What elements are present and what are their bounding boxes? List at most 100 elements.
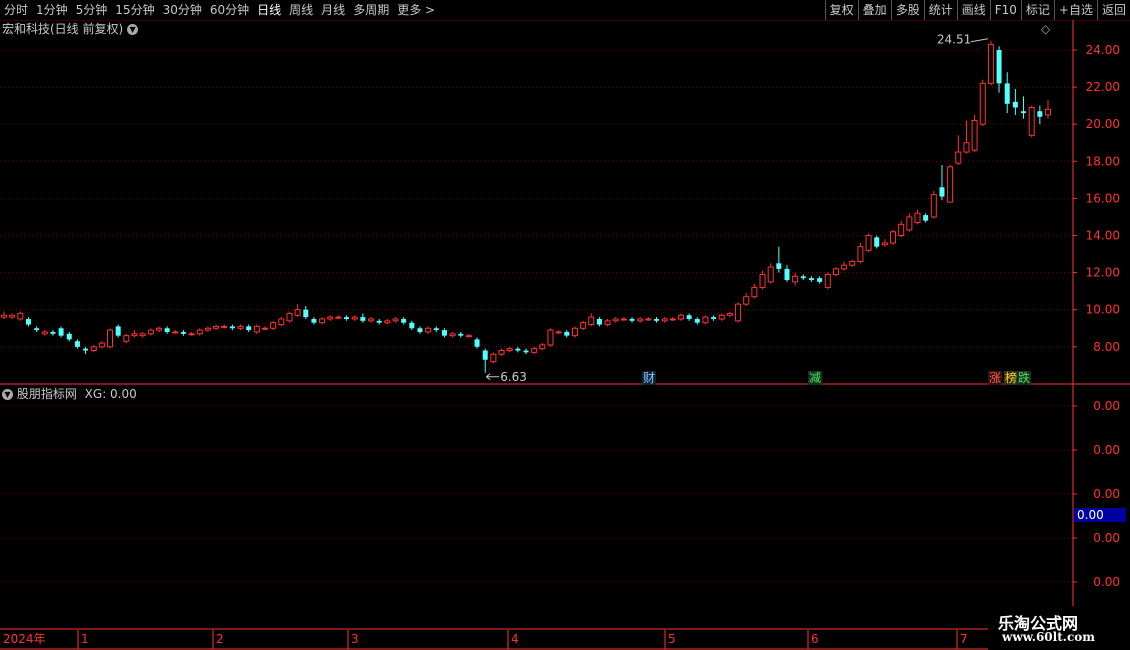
candle: [278, 317, 285, 327]
candle-body: [1, 314, 7, 318]
candle-body: [523, 350, 529, 353]
candle-body: [384, 320, 391, 324]
chevron-down-icon[interactable]: ▼: [127, 24, 139, 35]
candle-body: [564, 331, 570, 336]
candle-body: [914, 212, 921, 224]
badge-fall[interactable]: 跌: [1017, 371, 1032, 385]
candle-body: [278, 318, 285, 326]
y-tick-label: 24.00: [1086, 43, 1120, 57]
price-grid: [0, 49, 1073, 348]
candle: [939, 165, 945, 201]
high-price-label: 24.51: [937, 33, 971, 47]
y-tick-label: 12.00: [1086, 266, 1120, 280]
y-tick-label: 8.00: [1093, 340, 1120, 354]
candle: [776, 246, 782, 273]
candle: [1021, 96, 1027, 119]
candle-body: [767, 266, 774, 283]
candle: [784, 265, 790, 282]
candle-body: [735, 303, 742, 322]
candle-body: [41, 331, 48, 335]
candle-body: [515, 348, 521, 351]
candle: [123, 333, 130, 344]
candle-body: [776, 263, 782, 269]
candle: [857, 242, 864, 264]
candle-body: [629, 318, 635, 321]
candle: [66, 331, 72, 342]
candle-body: [204, 327, 211, 331]
candle: [669, 317, 676, 321]
candle: [759, 270, 766, 290]
candle: [604, 318, 611, 327]
candle: [83, 346, 89, 355]
candle-body: [58, 328, 64, 336]
candle: [34, 326, 40, 332]
candle-body: [996, 50, 1002, 84]
candle: [767, 263, 774, 284]
candle: [686, 313, 692, 321]
low-arrow: [485, 373, 500, 381]
month-label: 6: [811, 632, 819, 646]
candle-body: [449, 333, 456, 337]
candle-body: [417, 328, 423, 332]
candle: [482, 348, 488, 373]
candle-body: [808, 278, 814, 281]
candle: [547, 328, 554, 347]
candle: [849, 259, 856, 268]
candle-body: [401, 318, 407, 323]
candle-body: [139, 333, 146, 337]
y-tick-label: 16.00: [1086, 191, 1120, 205]
month-label: 3: [351, 632, 359, 646]
candle-body: [196, 329, 203, 335]
candle: [294, 304, 301, 318]
candle-body: [9, 314, 16, 318]
candle: [661, 317, 668, 323]
candle-body: [906, 216, 913, 231]
candle: [580, 320, 587, 331]
candle-body: [319, 318, 326, 324]
badge-reduce[interactable]: 减: [808, 371, 823, 385]
indicator-title: ▼ 股朋指标网 XG: 0.00: [2, 387, 137, 401]
candle-body: [898, 223, 905, 236]
candle-body: [645, 318, 652, 321]
badge-finance[interactable]: 财: [642, 371, 657, 385]
candle-body: [743, 296, 750, 305]
candle: [914, 209, 921, 225]
candle: [620, 317, 627, 321]
candle-body: [335, 316, 342, 319]
candle-body: [25, 318, 31, 325]
candle: [449, 331, 456, 338]
candle-body: [555, 331, 562, 334]
badge-list[interactable]: 榜: [1004, 371, 1019, 385]
chart-title: 宏和科技(日线 前复权) ▼: [2, 22, 139, 36]
kline-chart[interactable]: 24.0022.0020.0018.0016.0014.0012.0010.00…: [0, 0, 1130, 650]
candle: [221, 324, 228, 329]
candle-body: [604, 320, 611, 326]
badge-rise[interactable]: 涨: [988, 371, 1003, 385]
candle-body: [123, 335, 130, 342]
candle-body: [327, 316, 334, 320]
candle-body: [890, 231, 897, 244]
candle-body: [368, 318, 375, 322]
candle-body: [963, 142, 970, 153]
candle: [139, 331, 146, 338]
candle-body: [711, 317, 717, 319]
candle-body: [979, 82, 986, 125]
diamond-icon[interactable]: ◇: [1041, 22, 1050, 36]
candle: [947, 165, 954, 203]
candlestick-series[interactable]: [1, 40, 1051, 373]
candle-body: [874, 237, 880, 247]
chevron-down-icon[interactable]: ▼: [2, 389, 13, 400]
candle: [539, 343, 546, 351]
candle: [213, 324, 220, 331]
candle: [824, 272, 831, 290]
candle: [188, 331, 195, 336]
candle: [498, 348, 505, 357]
candle: [441, 328, 447, 338]
candle-body: [1012, 101, 1018, 108]
candle: [571, 326, 578, 338]
candle: [270, 320, 277, 331]
candle-body: [115, 326, 121, 336]
y-tick-label: 20.00: [1086, 117, 1120, 131]
candle: [474, 337, 480, 349]
candle: [832, 267, 839, 277]
